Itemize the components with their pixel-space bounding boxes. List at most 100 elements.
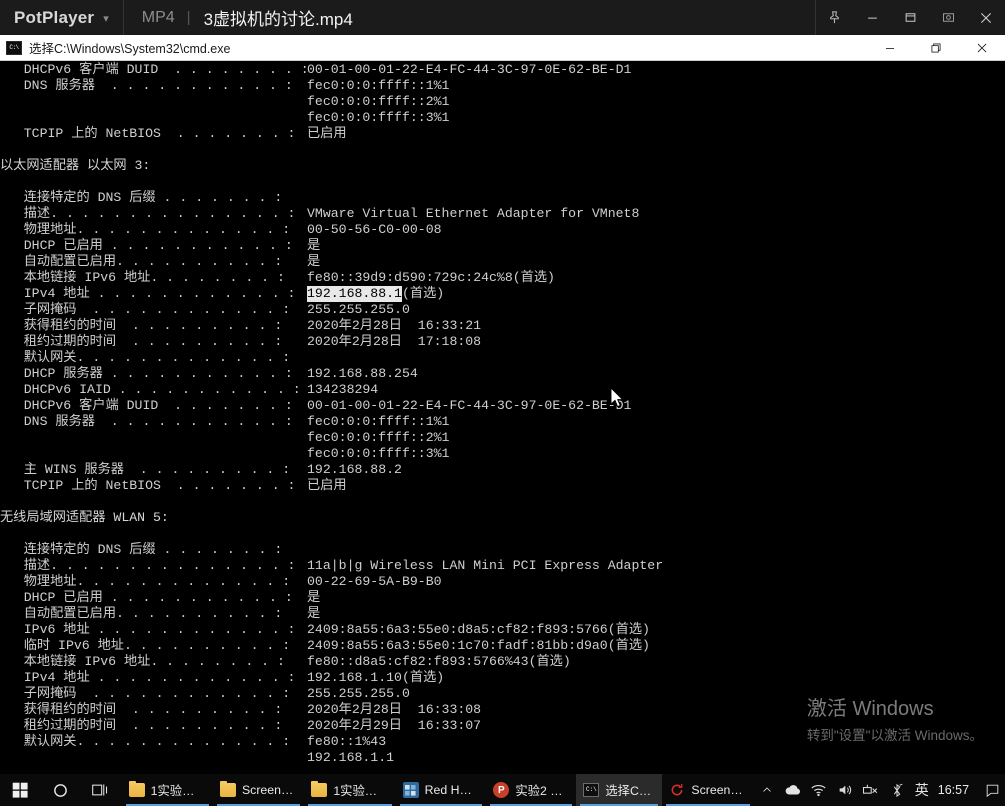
console-line-label: 租约过期的时间 . . . . . . . . . : <box>0 718 283 733</box>
maximize-icon[interactable] <box>891 0 929 35</box>
cmd-minimize-button[interactable] <box>867 35 913 60</box>
taskbar-item-label: Screenb... <box>691 783 745 797</box>
console-line-label: 租约过期的时间 . . . . . . . . . : <box>0 334 283 349</box>
console-line: 默认网关. . . . . . . . . . . . . : <box>0 350 1005 366</box>
console-line-value: VMware Virtual Ethernet Adapter for VMne… <box>307 206 640 221</box>
console-line: DHCPv6 IAID . . . . . . . . . . . : 13423… <box>0 382 1005 398</box>
taskbar-item-screenb-2[interactable]: Screenb... <box>662 774 753 806</box>
console-line-value: 2409:8a55:6a3:55e0:1c70:fadf:81bb:d9a0(首… <box>307 638 650 653</box>
console-line-value: 192.168.1.10(首选) <box>307 670 445 685</box>
console-line-value: 是 <box>307 606 321 621</box>
windows-taskbar: 1实验课件 Screenb... 1实验课件 Red Hat... P 实验2 … <box>0 774 1005 806</box>
powerpoint-icon: P <box>493 782 510 798</box>
console-line-label: 物理地址. . . . . . . . . . . . . : <box>0 574 291 589</box>
console-line: fec0:0:0:ffff::3%1 <box>0 446 1005 462</box>
chevron-down-icon[interactable]: ▾ <box>103 12 109 25</box>
speaker-icon[interactable] <box>832 774 858 806</box>
ime-indicator[interactable]: 英 <box>910 780 934 800</box>
console-line-value: 11a|b|g Wireless LAN Mini PCI Express Ad… <box>307 558 664 573</box>
taskbar-item-label: 选择C:\... <box>605 784 654 798</box>
taskbar-item-redhat[interactable]: Red Hat... <box>396 774 487 806</box>
console-section-header: 无线局域网适配器 WLAN 5: <box>0 510 1005 526</box>
console-adapter-title: 以太网适配器 以太网 3: <box>0 158 151 173</box>
taskbar-item-label: 1实验课件 <box>333 784 387 798</box>
console-line: DNS 服务器 . . . . . . . . . . . : fec0:0:0:… <box>0 78 1005 94</box>
bluetooth-icon[interactable] <box>884 774 910 806</box>
console-line-label: 自动配置已启用. . . . . . . . . . : <box>0 254 283 269</box>
console-line: 描述. . . . . . . . . . . . . . . : 11a|b|g… <box>0 558 1005 574</box>
console-line-value: fec0:0:0:ffff::1%1 <box>307 414 450 429</box>
taskbar-item-folder-1[interactable]: 1实验课件 <box>122 774 213 806</box>
taskbar-item-ppt[interactable]: P 实验2 Li... <box>486 774 576 806</box>
system-tray: 英 16:57 <box>754 774 1005 806</box>
cortana-circle-icon[interactable] <box>41 774 82 806</box>
pin-icon[interactable] <box>815 0 853 35</box>
console-output[interactable]: DHCPv6 客户端 DUID . . . . . . . . :00-01-0… <box>0 61 1005 774</box>
console-line-label: 获得租约的时间 . . . . . . . . . : <box>0 318 283 333</box>
console-line: DNS 服务器 . . . . . . . . . . . : fec0:0:0:… <box>0 414 1005 430</box>
console-line-value-tail: (首选) <box>401 286 445 301</box>
console-line: 物理地址. . . . . . . . . . . . . : 00-50-56-… <box>0 222 1005 238</box>
notification-icon[interactable] <box>979 774 1005 806</box>
close-icon[interactable] <box>967 0 1005 35</box>
console-selected-text[interactable]: 192.168.88.1 <box>307 286 402 302</box>
taskbar-clock[interactable]: 16:57 <box>934 783 979 797</box>
task-view-icon[interactable] <box>81 774 122 806</box>
folder-icon <box>219 781 236 797</box>
console-line: 临时 IPv6 地址. . . . . . . . . . : 2409:8a55… <box>0 638 1005 654</box>
console-line: TCPIP 上的 NetBIOS . . . . . . . : 已启用 <box>0 126 1005 142</box>
console-line-value: 是 <box>307 590 321 605</box>
console-line: IPv4 地址 . . . . . . . . . . . . : 192.168… <box>0 670 1005 686</box>
cloud-icon[interactable] <box>780 774 806 806</box>
console-line-value: 192.168.88.254 <box>307 366 418 381</box>
console-line-label: DHCP 服务器 . . . . . . . . . . . : <box>0 366 293 381</box>
cmd-title-bar[interactable]: C:\ 选择C:\Windows\System32\cmd.exe <box>0 35 1005 61</box>
cmd-restore-button[interactable] <box>913 35 959 60</box>
console-line-value: 255.255.255.0 <box>307 302 410 317</box>
folder-icon <box>128 781 145 797</box>
console-line-value: 00-22-69-5A-B9-B0 <box>307 574 442 589</box>
console-line-label: 临时 IPv6 地址. . . . . . . . . . : <box>0 638 291 653</box>
activate-windows-watermark: 激活 Windows 转到"设置"以激活 Windows。 <box>807 692 983 744</box>
console-line-value: 2020年2月28日 16:33:08 <box>307 702 482 717</box>
cmd-close-button[interactable] <box>959 35 1005 60</box>
console-line: 本地链接 IPv6 地址. . . . . . . . : fe80::39d9:… <box>0 270 1005 286</box>
console-line-value: 192.168.1.1 <box>307 750 395 765</box>
console-line-value: 2020年2月29日 16:33:07 <box>307 718 482 733</box>
console-line-value: fec0:0:0:ffff::3%1 <box>307 446 450 461</box>
taskbar-item-cmd[interactable]: C:\ 选择C:\... <box>576 774 663 806</box>
taskbar-item-folder-2[interactable]: 1实验课件 <box>304 774 395 806</box>
minimize-icon[interactable] <box>853 0 891 35</box>
windows-start-icon[interactable] <box>0 774 41 806</box>
taskbar-item-screenb-1[interactable]: Screenb... <box>213 774 304 806</box>
wifi-icon[interactable] <box>806 774 832 806</box>
potplayer-window-controls <box>815 0 1005 35</box>
console-line: DHCPv6 客户端 DUID . . . . . . . : 00-01-00-… <box>0 398 1005 414</box>
console-line: IPv4 地址 . . . . . . . . . . . . : 192.168… <box>0 286 1005 302</box>
console-line: DHCP 服务器 . . . . . . . . . . . : 192.168.… <box>0 366 1005 382</box>
console-line-label: IPv4 地址 . . . . . . . . . . . . : <box>0 670 296 685</box>
console-line-value: 2020年2月28日 16:33:21 <box>307 318 482 333</box>
watermark-subtitle: 转到"设置"以激活 Windows。 <box>806 728 983 743</box>
fullscreen-icon[interactable] <box>929 0 967 35</box>
network-disconnected-icon[interactable] <box>858 774 884 806</box>
console-line-value: fe80::39d9:d590:729c:24c%8(首选) <box>307 270 555 285</box>
chevron-up-icon[interactable] <box>754 774 780 806</box>
console-line: TCPIP 上的 NetBIOS . . . . . . . : 已启用 <box>0 478 1005 494</box>
console-line-value: fec0:0:0:ffff::3%1 <box>307 110 450 125</box>
console-line-label: 主 WINS 服务器 . . . . . . . . . : <box>0 462 291 477</box>
desktop-root: PotPlayer ▾ MP4 | 3虚拟机的讨论.mp4 C:\ 选择C:\W… <box>0 0 1005 806</box>
console-line-label: 物理地址. . . . . . . . . . . . . : <box>0 222 291 237</box>
console-line-value: 00-01-00-01-22-E4-FC-44-3C-97-0E-62-BE-D… <box>307 398 632 413</box>
potplayer-title-bar: PotPlayer ▾ MP4 | 3虚拟机的讨论.mp4 <box>0 0 1005 35</box>
taskbar-item-label: 实验2 Li... <box>515 784 568 798</box>
console-line-label: DNS 服务器 . . . . . . . . . . . : <box>0 78 293 93</box>
media-filename: 3虚拟机的讨论.mp4 <box>203 10 353 29</box>
console-line-label: 描述. . . . . . . . . . . . . . . : <box>0 558 296 573</box>
console-line-label: 自动配置已启用. . . . . . . . . . : <box>0 606 283 621</box>
header-pipe-separator: | <box>186 9 191 26</box>
potplayer-app-name[interactable]: PotPlayer <box>0 8 94 28</box>
